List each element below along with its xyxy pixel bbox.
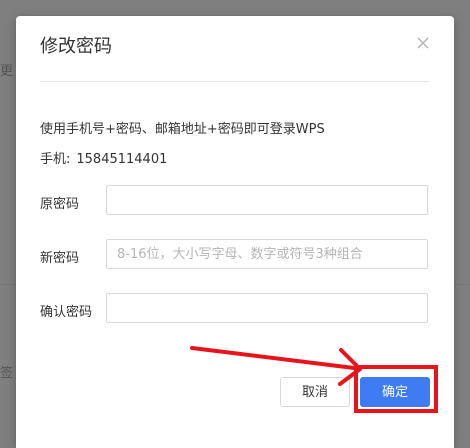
phone-label: 手机: (40, 152, 71, 167)
phone-info: 手机: 15845114401 (40, 148, 167, 167)
change-password-dialog: 修改密码 使用手机号+密码、邮箱地址+密码即可登录WPS 手机: 15845114… (16, 16, 454, 448)
background-text: 签 (0, 366, 14, 381)
close-icon[interactable] (416, 36, 430, 50)
cancel-button[interactable]: 取消 (280, 377, 350, 407)
old-password-input[interactable] (106, 185, 428, 215)
new-password-label: 新密码 (40, 251, 80, 266)
login-description: 使用手机号+密码、邮箱地址+密码即可登录WPS (40, 122, 325, 137)
old-password-label: 原密码 (40, 197, 80, 212)
dialog-title: 修改密码 (40, 36, 112, 57)
title-divider (40, 81, 430, 82)
confirm-button[interactable]: 确定 (360, 377, 430, 407)
phone-number: 15845114401 (76, 152, 168, 167)
new-password-input[interactable] (106, 239, 428, 269)
confirm-password-input[interactable] (106, 293, 428, 323)
confirm-password-label: 确认密码 (40, 305, 93, 320)
background-text: 更 (0, 64, 14, 79)
